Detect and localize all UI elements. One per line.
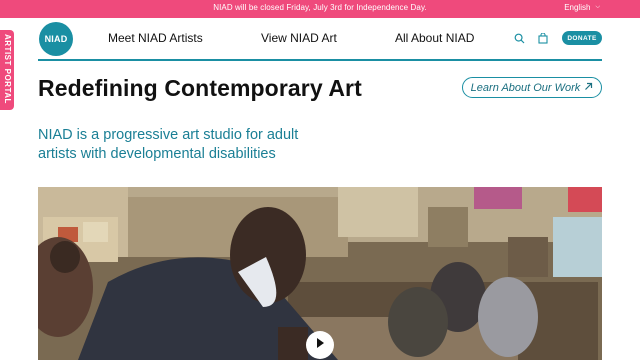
language-label: English xyxy=(564,3,591,12)
nav-view-art[interactable]: View NIAD Art xyxy=(261,31,337,45)
artist-portal-label[interactable]: ARTIST PORTAL xyxy=(1,34,13,106)
play-icon xyxy=(315,336,325,354)
intro-text: NIAD is a progressive art studio for adu… xyxy=(38,127,299,162)
nav-about[interactable]: All About NIAD xyxy=(395,31,474,45)
learn-about-our-work-button[interactable]: Learn About Our Work xyxy=(462,77,602,98)
page-title: Redefining Contemporary Art xyxy=(38,75,362,101)
header-divider xyxy=(38,59,602,61)
announcement-bar: NIAD will be closed Friday, July 3rd for… xyxy=(0,0,640,18)
donate-button[interactable]: DONATE xyxy=(562,31,602,45)
learn-button-label: Learn About Our Work xyxy=(470,81,581,94)
search-icon[interactable] xyxy=(512,31,526,45)
logo-text: NIAD xyxy=(44,34,68,44)
language-selector[interactable]: English ⌵ xyxy=(564,3,600,12)
arrow-up-right-icon xyxy=(584,82,593,94)
chevron-down-icon: ⌵ xyxy=(595,4,600,10)
nav-meet-artists[interactable]: Meet NIAD Artists xyxy=(108,31,203,45)
announcement-text: NIAD will be closed Friday, July 3rd for… xyxy=(213,3,427,12)
play-button[interactable] xyxy=(306,331,334,359)
niad-logo[interactable]: NIAD xyxy=(39,22,73,56)
bag-icon[interactable] xyxy=(536,31,550,45)
